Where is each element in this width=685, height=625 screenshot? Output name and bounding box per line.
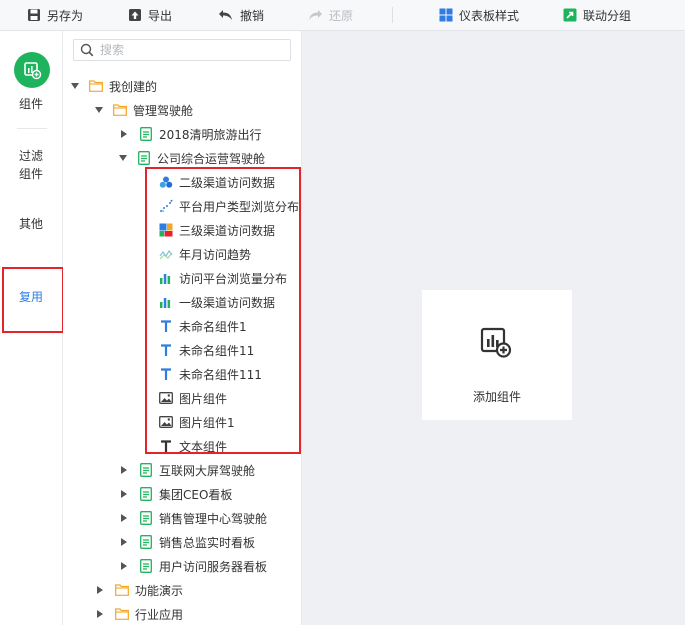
add-component-icon[interactable] bbox=[14, 52, 50, 88]
chevron-right-icon[interactable] bbox=[121, 514, 127, 522]
dashboard-file-icon bbox=[137, 151, 151, 165]
add-component-card[interactable]: 添加组件 bbox=[422, 290, 572, 420]
sidebar-item-filter-line2: 组件 bbox=[18, 167, 43, 181]
undo-label: 撤销 bbox=[240, 8, 265, 23]
sidebar-item-other[interactable]: 其他 bbox=[0, 215, 62, 233]
undo-button[interactable]: 撤销 bbox=[218, 0, 264, 30]
folder-icon bbox=[89, 79, 103, 93]
search-icon bbox=[80, 43, 94, 57]
tree-node-my-created[interactable]: 我创建的 bbox=[71, 74, 157, 98]
chevron-right-icon[interactable] bbox=[121, 130, 127, 138]
undo-icon bbox=[218, 8, 234, 22]
search-box bbox=[73, 39, 291, 61]
sidebar-item-filter-line1: 过滤 bbox=[18, 149, 43, 163]
sidebar-item-filter[interactable]: 过滤 组件 bbox=[0, 147, 62, 183]
save-as-button[interactable]: 另存为 bbox=[27, 0, 83, 30]
redo-icon bbox=[307, 8, 323, 22]
tree-node-label: 公司综合运营驾驶舱 bbox=[157, 151, 266, 166]
tree-node-label: 管理驾驶舱 bbox=[133, 103, 194, 118]
tree-node-cockpit[interactable]: 管理驾驶舱 bbox=[95, 98, 193, 122]
tree-node-demo[interactable]: 功能演示 bbox=[95, 578, 183, 602]
export-label: 导出 bbox=[148, 8, 173, 23]
tree-node-internet[interactable]: 互联网大屏驾驶舱 bbox=[119, 458, 255, 482]
tree-node-sales-mgmt[interactable]: 销售管理中心驾驶舱 bbox=[119, 506, 267, 530]
chevron-right-icon[interactable] bbox=[121, 466, 127, 474]
reuse-highlight-box bbox=[2, 267, 64, 333]
redo-label: 还原 bbox=[329, 8, 354, 23]
tree-node-sales-director[interactable]: 销售总监实时看板 bbox=[119, 530, 255, 554]
folder-icon bbox=[113, 103, 127, 117]
chevron-down-icon[interactable] bbox=[71, 83, 79, 89]
tree-node-label: 互联网大屏驾驶舱 bbox=[159, 463, 256, 478]
chevron-down-icon[interactable] bbox=[119, 155, 127, 161]
export-icon bbox=[128, 8, 142, 22]
export-button[interactable]: 导出 bbox=[128, 0, 172, 30]
dashboard-file-icon bbox=[139, 487, 153, 501]
redo-button[interactable]: 还原 bbox=[307, 0, 353, 30]
tree-node-label: 功能演示 bbox=[135, 583, 184, 598]
save-icon bbox=[27, 8, 41, 22]
add-component-label: 添加组件 bbox=[472, 390, 521, 404]
dashboard-file-icon bbox=[139, 511, 153, 525]
dashboard-style-icon bbox=[439, 8, 453, 22]
chevron-right-icon[interactable] bbox=[121, 490, 127, 498]
dashboard-file-icon bbox=[139, 559, 153, 573]
chevron-right-icon[interactable] bbox=[121, 562, 127, 570]
dashboard-style-button[interactable]: 仪表板样式 bbox=[439, 0, 519, 30]
folder-icon bbox=[115, 583, 129, 597]
tree-node-label: 集团CEO看板 bbox=[159, 487, 233, 502]
dashboard-style-label: 仪表板样式 bbox=[459, 8, 520, 23]
link-group-icon bbox=[563, 8, 577, 22]
chevron-right-icon[interactable] bbox=[97, 610, 103, 618]
chevron-right-icon[interactable] bbox=[121, 538, 127, 546]
linked-group-button[interactable]: 联动分组 bbox=[563, 0, 631, 30]
tree-node-label: 行业应用 bbox=[135, 607, 184, 622]
folder-icon bbox=[115, 607, 129, 621]
add-chart-icon bbox=[480, 326, 512, 361]
sidebar-item-components[interactable]: 组件 bbox=[0, 95, 62, 113]
tree-node-label: 销售总监实时看板 bbox=[159, 535, 256, 550]
toolbar-divider bbox=[392, 7, 393, 23]
tree-node-group-ceo[interactable]: 集团CEO看板 bbox=[119, 482, 232, 506]
search-input[interactable] bbox=[100, 43, 280, 57]
tree-node-label: 2018清明旅游出行 bbox=[159, 127, 262, 142]
dashboard-file-icon bbox=[139, 535, 153, 549]
components-highlight-box bbox=[145, 167, 301, 454]
chevron-down-icon[interactable] bbox=[95, 107, 103, 113]
chevron-right-icon[interactable] bbox=[97, 586, 103, 594]
tree-node-user-access[interactable]: 用户访问服务器看板 bbox=[119, 554, 267, 578]
dashboard-file-icon bbox=[139, 127, 153, 141]
tree-node-label: 用户访问服务器看板 bbox=[159, 559, 268, 574]
linked-group-label: 联动分组 bbox=[583, 8, 632, 23]
tree-node-industry[interactable]: 行业应用 bbox=[95, 602, 183, 625]
dashboard-file-icon bbox=[139, 463, 153, 477]
tree-node-tourism[interactable]: 2018清明旅游出行 bbox=[119, 122, 262, 146]
tree-node-label: 销售管理中心驾驶舱 bbox=[159, 511, 268, 526]
tree-node-label: 我创建的 bbox=[109, 79, 158, 94]
dashboard-canvas[interactable]: 添加组件 bbox=[302, 31, 685, 625]
save-as-label: 另存为 bbox=[47, 8, 84, 23]
sidebar-divider bbox=[17, 128, 47, 129]
toolbar: 另存为 导出 撤销 还原 仪表板样式 联动分组 bbox=[0, 0, 685, 31]
